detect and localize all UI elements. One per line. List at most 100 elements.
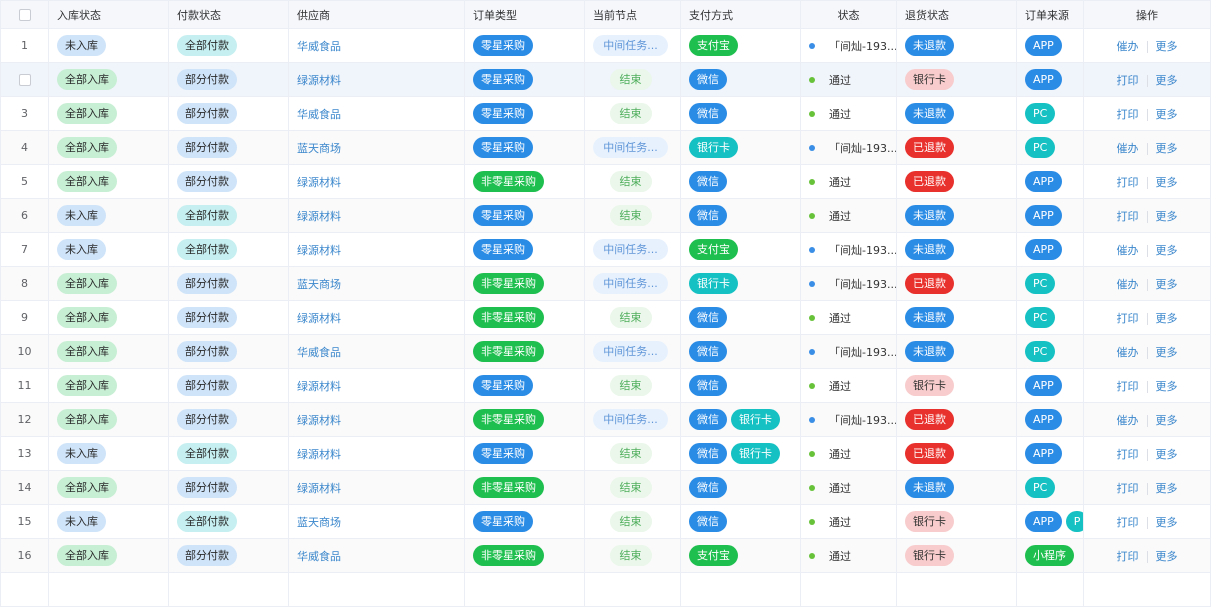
table-row[interactable]: 1 未入库 全部付款 华威食品 零星采购 中间任务... 支付宝 「间灿-193... 未退款 A…	[0, 28, 1211, 63]
refund-status-tag: 未退款	[905, 341, 954, 362]
pay-method-tag: 银行卡	[689, 273, 738, 294]
supplier-link[interactable]: 绿源材料	[297, 176, 341, 189]
table-row[interactable]: 13 未入库 全部付款 绿源材料 零星采购 结束 微信 银行卡 通过 已退款 APP 打印 更多	[0, 436, 1211, 471]
table-row[interactable]: 7 未入库 全部付款 绿源材料 零星采购 中间任务... 支付宝 「间灿-193... 未退款 A…	[0, 232, 1211, 267]
table-row[interactable]: 10 全部入库 部分付款 华威食品 非零星采购 中间任务... 微信 「间灿-193... 未退…	[0, 334, 1211, 369]
action-primary-link[interactable]: 催办	[1117, 142, 1139, 155]
action-primary-link[interactable]: 打印	[1117, 516, 1139, 529]
supplier-link[interactable]: 绿源材料	[297, 312, 341, 325]
pay-status-tag: 部分付款	[177, 477, 237, 498]
header-order-source[interactable]: 订单来源	[1016, 0, 1084, 29]
header-current-node[interactable]: 当前节点	[584, 0, 681, 29]
action-more-link[interactable]: 更多	[1156, 278, 1178, 291]
pay-status-cell: 全部付款	[168, 198, 289, 233]
in-status-cell: 未入库	[48, 436, 169, 471]
pay-status-cell: 部分付款	[168, 96, 289, 131]
action-primary-link[interactable]: 打印	[1117, 108, 1139, 121]
table-row[interactable]: 6 未入库 全部付款 绿源材料 零星采购 结束 微信 通过 未退款 APP 打印 更多	[0, 198, 1211, 233]
pay-status-tag: 全部付款	[177, 205, 237, 226]
pay-status-tag: 部分付款	[177, 545, 237, 566]
action-more-link[interactable]: 更多	[1156, 74, 1178, 87]
header-pay-status[interactable]: 付款状态	[168, 0, 289, 29]
header-pay-method[interactable]: 支付方式	[680, 0, 801, 29]
action-primary-link[interactable]: 催办	[1117, 414, 1139, 427]
status-cell: 「间灿-193...	[800, 402, 897, 437]
table-row[interactable]: 12 全部入库 部分付款 绿源材料 非零星采购 中间任务... 微信 银行卡 「间灿-193..…	[0, 402, 1211, 437]
supplier-link[interactable]: 绿源材料	[297, 74, 341, 87]
supplier-cell: 绿源材料	[288, 300, 465, 335]
order-source-cell: PC	[1016, 300, 1084, 335]
supplier-link[interactable]: 绿源材料	[297, 482, 341, 495]
table-row[interactable]: 5 全部入库 部分付款 绿源材料 非零星采购 结束 微信 通过 已退款 APP 打印 更多	[0, 164, 1211, 199]
table-row[interactable]: 16 全部入库 部分付款 华威食品 非零星采购 结束 支付宝 通过 银行卡 小程序 打印 更多	[0, 538, 1211, 573]
table-row[interactable]: 4 全部入库 部分付款 蓝天商场 零星采购 中间任务... 银行卡 「间灿-193... 已退款…	[0, 130, 1211, 165]
table-row[interactable]: 9 全部入库 部分付款 绿源材料 非零星采购 结束 微信 通过 未退款 PC 打印 更多	[0, 300, 1211, 335]
in-status-tag: 全部入库	[57, 171, 117, 192]
supplier-link[interactable]: 华威食品	[297, 40, 341, 53]
action-primary-link[interactable]: 打印	[1117, 380, 1139, 393]
select-all-checkbox[interactable]	[18, 9, 31, 21]
action-primary-link[interactable]: 催办	[1117, 244, 1139, 257]
supplier-link[interactable]: 华威食品	[297, 108, 341, 121]
table-row[interactable]: 14 全部入库 部分付款 绿源材料 非零星采购 结束 微信 通过 未退款 PC 打印 更多	[0, 470, 1211, 505]
supplier-link[interactable]: 绿源材料	[297, 448, 341, 461]
supplier-link[interactable]: 蓝天商场	[297, 278, 341, 291]
action-primary-link[interactable]: 打印	[1117, 74, 1139, 87]
supplier-link[interactable]: 绿源材料	[297, 244, 341, 257]
row-checkbox-cell[interactable]	[0, 62, 49, 97]
action-primary-link[interactable]: 打印	[1117, 176, 1139, 189]
supplier-cell: 蓝天商场	[288, 504, 465, 539]
status-dot-icon	[809, 314, 815, 321]
header-status[interactable]: 状态	[800, 0, 897, 29]
action-more-link[interactable]: 更多	[1156, 380, 1178, 393]
order-source-cell: APP	[1016, 368, 1084, 403]
table-row[interactable]: 8 全部入库 部分付款 蓝天商场 非零星采购 中间任务... 银行卡 「间灿-193... 已退…	[0, 266, 1211, 301]
current-node-tag: 结束	[609, 69, 652, 90]
action-more-link[interactable]: 更多	[1156, 550, 1178, 563]
action-primary-link[interactable]: 打印	[1117, 312, 1139, 325]
action-more-link[interactable]: 更多	[1156, 448, 1178, 461]
header-order-type[interactable]: 订单类型	[464, 0, 585, 29]
action-primary-link[interactable]: 打印	[1117, 550, 1139, 563]
order-type-cell: 非零星采购	[464, 300, 585, 335]
action-more-link[interactable]: 更多	[1156, 482, 1178, 495]
action-more-link[interactable]: 更多	[1156, 244, 1178, 257]
supplier-link[interactable]: 华威食品	[297, 550, 341, 563]
action-more-link[interactable]: 更多	[1156, 142, 1178, 155]
table-row[interactable]: 全部入库 部分付款 绿源材料 零星采购 结束 微信 通过 银行卡 APP 打印 更多	[0, 62, 1211, 97]
action-more-link[interactable]: 更多	[1156, 176, 1178, 189]
action-primary-link[interactable]: 催办	[1117, 346, 1139, 359]
header-refund-status[interactable]: 退货状态	[896, 0, 1017, 29]
header-in-status[interactable]: 入库状态	[48, 0, 169, 29]
action-more-link[interactable]: 更多	[1156, 346, 1178, 359]
current-node-tag: 结束	[609, 511, 652, 532]
order-type-tag: 非零星采购	[473, 307, 544, 328]
action-more-link[interactable]: 更多	[1156, 414, 1178, 427]
row-checkbox[interactable]	[18, 74, 31, 86]
select-all-checkbox-cell[interactable]	[0, 0, 49, 29]
supplier-link[interactable]: 绿源材料	[297, 380, 341, 393]
status-dot-icon	[809, 212, 815, 219]
action-primary-link[interactable]: 催办	[1117, 40, 1139, 53]
action-more-link[interactable]: 更多	[1156, 108, 1178, 121]
action-more-link[interactable]: 更多	[1156, 210, 1178, 223]
action-primary-link[interactable]: 打印	[1117, 210, 1139, 223]
supplier-link[interactable]: 绿源材料	[297, 414, 341, 427]
supplier-link[interactable]: 绿源材料	[297, 210, 341, 223]
in-status-tag: 全部入库	[57, 477, 117, 498]
action-more-link[interactable]: 更多	[1156, 40, 1178, 53]
action-more-link[interactable]: 更多	[1156, 312, 1178, 325]
action-more-link[interactable]: 更多	[1156, 516, 1178, 529]
action-primary-link[interactable]: 催办	[1117, 278, 1139, 291]
supplier-link[interactable]: 蓝天商场	[297, 516, 341, 529]
supplier-cell: 绿源材料	[288, 368, 465, 403]
table-row[interactable]: 15 未入库 全部付款 蓝天商场 零星采购 结束 微信 通过 银行卡 APP P 打印 更多	[0, 504, 1211, 539]
table-row[interactable]: 3 全部入库 部分付款 华威食品 零星采购 结束 微信 通过 未退款 PC 打印 更多	[0, 96, 1211, 131]
actions-cell: 打印 更多	[1083, 198, 1211, 233]
header-supplier[interactable]: 供应商	[288, 0, 465, 29]
table-row[interactable]: 11 全部入库 部分付款 绿源材料 零星采购 结束 微信 通过 银行卡 APP 打印 更多	[0, 368, 1211, 403]
supplier-link[interactable]: 蓝天商场	[297, 142, 341, 155]
action-primary-link[interactable]: 打印	[1117, 482, 1139, 495]
action-primary-link[interactable]: 打印	[1117, 448, 1139, 461]
supplier-link[interactable]: 华威食品	[297, 346, 341, 359]
